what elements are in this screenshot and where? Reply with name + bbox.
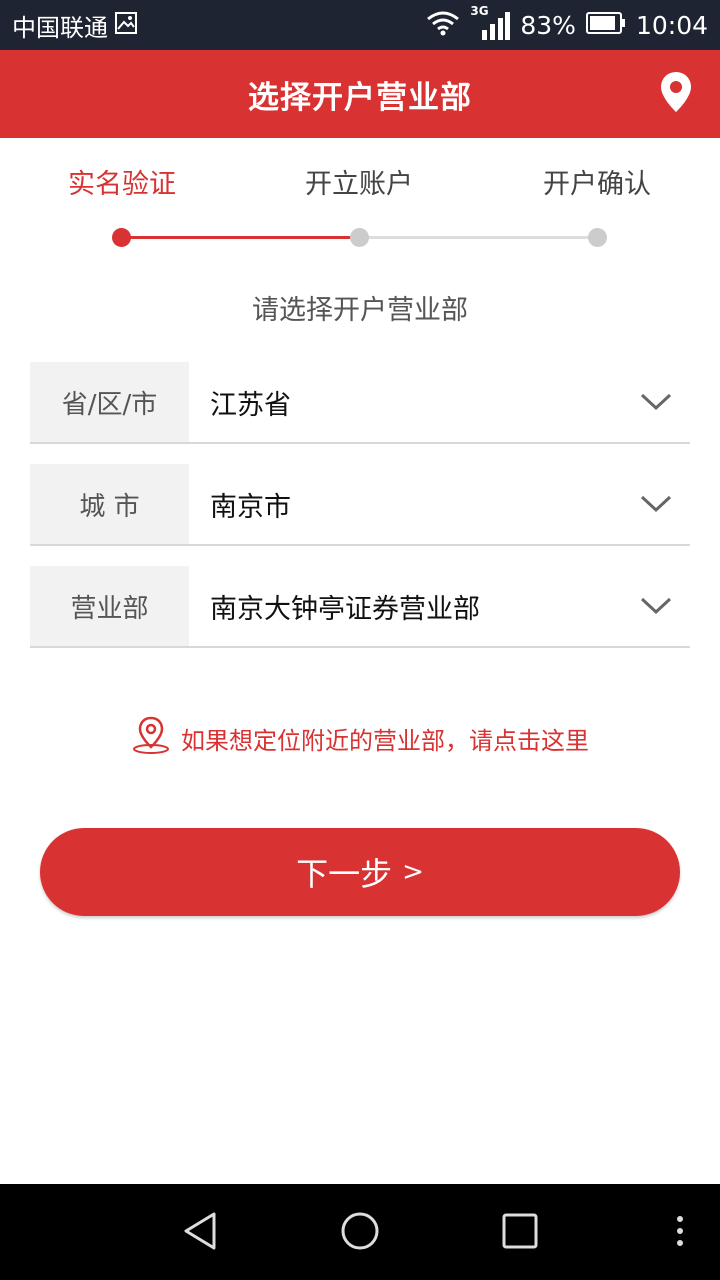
province-value: 江苏省 [210, 389, 291, 421]
more-nav-button[interactable] [655, 1208, 705, 1258]
chevron-down-icon [626, 464, 686, 544]
wifi-icon [426, 10, 460, 40]
chevron-down-icon [626, 362, 686, 442]
more-vertical-icon [675, 1214, 685, 1252]
back-nav-button[interactable] [175, 1208, 225, 1258]
signal-icon: 3G [470, 4, 511, 42]
recents-square-icon [502, 1213, 538, 1253]
status-bar: 中国联通 3G 83% 10:04 [0, 0, 720, 50]
province-select[interactable]: 省/区/市 江苏省 [30, 362, 690, 444]
next-step-label: 下一步 [296, 855, 393, 893]
image-notification-icon [114, 11, 138, 39]
step-label-confirm: 开户确认 [543, 169, 651, 200]
step-label-verify: 实名验证 [68, 169, 176, 200]
branch-select[interactable]: 营业部 南京大钟亭证券营业部 [30, 566, 690, 648]
city-label: 城 市 [30, 464, 189, 544]
step-dot-1 [112, 228, 131, 247]
chevron-down-icon [626, 566, 686, 646]
page-title: 选择开户营业部 [248, 79, 472, 116]
province-label: 省/区/市 [30, 362, 189, 442]
city-select[interactable]: 城 市 南京市 [30, 464, 690, 546]
back-triangle-icon [182, 1211, 218, 1255]
next-arrow: > [402, 857, 424, 887]
step-indicator: 实名验证 开立账户 开户确认 [0, 138, 720, 278]
step-track-done [122, 236, 360, 239]
select-branch-prompt: 请选择开户营业部 [252, 295, 468, 326]
home-nav-button[interactable] [335, 1208, 385, 1258]
map-pin-icon [131, 715, 171, 761]
step-dot-2 [350, 228, 369, 247]
recents-nav-button[interactable] [495, 1208, 545, 1258]
home-circle-icon [340, 1211, 380, 1255]
clock: 10:04 [635, 10, 708, 40]
location-button[interactable] [658, 72, 694, 116]
carrier-name: 中国联通 [12, 13, 108, 42]
locate-nearby-link[interactable]: 如果想定位附近的营业部，请点击这里 [0, 714, 720, 762]
step-dot-3 [588, 228, 607, 247]
app-header: 选择开户营业部 [0, 50, 720, 138]
locate-nearby-text: 如果想定位附近的营业部，请点击这里 [181, 726, 589, 755]
step-track-pending [360, 236, 598, 239]
branch-label: 营业部 [30, 566, 189, 646]
branch-value: 南京大钟亭证券营业部 [210, 593, 480, 625]
step-label-open-account: 开立账户 [305, 169, 413, 200]
city-value: 南京市 [210, 491, 291, 523]
system-nav-bar [0, 1184, 720, 1280]
battery-icon [585, 11, 626, 39]
next-step-button[interactable]: 下一步 > [40, 828, 680, 916]
location-pin-icon [660, 71, 692, 117]
battery-percent: 83% [520, 10, 576, 40]
